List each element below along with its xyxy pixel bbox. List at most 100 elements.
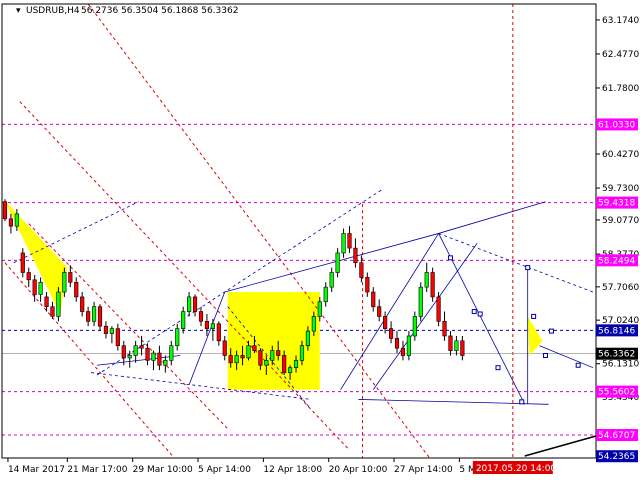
price-tick-label: 63.1740 — [602, 16, 639, 26]
candle-body — [359, 262, 364, 278]
projection-line — [524, 435, 597, 457]
candle-body — [192, 296, 198, 312]
current-price-label: 56.3362 — [598, 350, 635, 360]
candle-body — [270, 350, 275, 361]
candle-body — [38, 281, 43, 295]
candle-body — [288, 367, 293, 373]
date-highlight-label: 2017.05.20 14:00 — [476, 464, 557, 474]
candle-body — [216, 323, 221, 342]
wave-marker — [471, 309, 477, 315]
candle-body — [20, 252, 25, 273]
candle-body — [80, 296, 85, 312]
wave-marker — [519, 399, 525, 405]
time-tick-label: 5 Apr 14:00 — [198, 465, 251, 475]
candle-body — [163, 360, 168, 366]
candle-body — [86, 311, 91, 322]
time-tick-label: 14 Mar 2017 — [8, 465, 65, 475]
candle-body — [109, 328, 114, 334]
candle-body — [418, 286, 423, 317]
wave-marker — [531, 313, 537, 319]
candle-body — [145, 347, 150, 361]
candle-body — [436, 296, 441, 322]
time-tick-label: 27 Apr 14:00 — [394, 465, 453, 475]
wave-marker — [575, 362, 581, 368]
time-tick-label: 21 Mar 17:00 — [67, 465, 127, 475]
candle-body — [181, 311, 186, 329]
candle-body — [14, 213, 19, 227]
price-chart[interactable]: 63.1740 62.4770 61.7800 60.4270 59.7300 59.07… — [0, 0, 640, 480]
candle-body — [198, 311, 204, 322]
candle-body — [210, 323, 215, 329]
candle-body — [8, 218, 13, 227]
chart-window[interactable]: 63.1740 62.4770 61.7800 60.4270 59.7300 59.07… — [0, 0, 640, 480]
wave-marker — [447, 255, 453, 261]
wave-marker — [477, 311, 483, 317]
candle-body — [341, 233, 346, 254]
candle-body — [299, 345, 305, 361]
candle-body — [412, 316, 417, 337]
candle-body — [62, 272, 67, 293]
candle-body — [222, 340, 227, 356]
candle-body — [365, 277, 370, 293]
title-arrow-icon[interactable]: ▾ — [16, 6, 21, 16]
candle-body — [240, 355, 245, 359]
candle-body — [406, 335, 411, 356]
level-label: 54.2365 — [598, 452, 635, 462]
time-tick-label: 12 Apr 18:00 — [263, 465, 322, 475]
candle-body — [460, 340, 465, 356]
candle-body — [103, 325, 109, 334]
ohlc-readout: 56.2736 56.3504 56.1868 56.3362 — [81, 6, 238, 16]
price-tick-label: 62.4770 — [602, 50, 639, 60]
wave-marker — [495, 365, 501, 371]
candle-body — [115, 328, 120, 347]
red-dashed-trendline — [28, 223, 229, 430]
candle-body — [305, 330, 310, 347]
candle-body — [44, 296, 49, 307]
time-tick-label: 20 Apr 10:00 — [329, 465, 388, 475]
candle-body — [133, 345, 138, 356]
wave-marker — [525, 265, 531, 271]
wave-marker — [548, 328, 554, 334]
candle-body — [335, 252, 340, 273]
blue-trendline — [372, 242, 478, 390]
candle-body — [56, 291, 61, 317]
price-tick-label: 57.7060 — [602, 283, 639, 293]
candle-body — [282, 355, 287, 373]
candle-body — [377, 306, 382, 317]
blue-trendline — [96, 355, 181, 366]
candle-body — [68, 272, 73, 283]
red-dashed-trendline — [87, 3, 431, 459]
blue-dashed-trendline — [438, 233, 594, 293]
candle-body — [187, 296, 192, 312]
candle-body — [317, 301, 322, 317]
level-label: 58.2494 — [598, 256, 635, 266]
candle-body — [169, 345, 174, 361]
candle-body — [258, 350, 263, 366]
candle-body — [388, 328, 394, 339]
level-label: 56.8146 — [598, 326, 635, 336]
candle-body — [121, 345, 126, 359]
candle-body — [50, 306, 55, 317]
candle-body — [246, 345, 251, 359]
candle-body — [2, 201, 8, 220]
blue-trendline — [438, 201, 546, 234]
level-label: 55.5602 — [598, 388, 635, 398]
price-tick-label: 59.0770 — [602, 216, 639, 226]
candle-body — [442, 321, 447, 337]
candle-body — [383, 316, 388, 329]
candle-body — [97, 306, 103, 327]
plot-frame — [1, 3, 597, 459]
candle-body — [353, 247, 358, 264]
symbol-timeframe: USDRUB,H4 — [26, 6, 80, 16]
candle-body — [276, 350, 281, 356]
candle-body — [234, 355, 239, 364]
candle-body — [127, 355, 132, 359]
candle-body — [394, 338, 400, 349]
candle-body — [430, 272, 435, 298]
candle-body — [329, 272, 334, 288]
candle-body — [400, 347, 406, 356]
candle-body — [26, 272, 31, 281]
price-tick-label: 60.4270 — [602, 150, 639, 160]
candle-body — [448, 335, 453, 351]
candle-body — [371, 291, 376, 307]
